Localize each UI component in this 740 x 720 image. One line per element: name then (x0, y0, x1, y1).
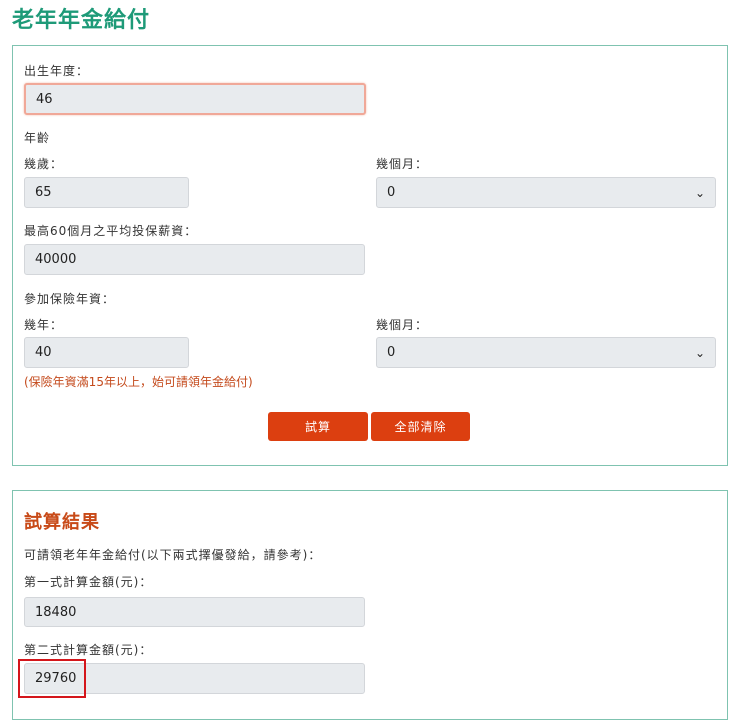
page-title: 老年年金給付 (12, 8, 151, 33)
highlight-box (18, 659, 86, 698)
formula1-label: 第一式計算金額(元)： (24, 575, 153, 589)
birth-year-label: 出生年度： (24, 64, 90, 78)
seniority-months-label: 幾個月： (376, 318, 429, 332)
seniority-years-label: 幾年： (24, 318, 64, 332)
birth-year-input[interactable]: 46 (24, 83, 366, 115)
age-months-label: 幾個月： (376, 157, 429, 171)
salary-label: 最高60個月之平均投保薪資： (24, 224, 198, 238)
formula2-label: 第二式計算金額(元)： (24, 643, 153, 657)
seniority-months-value: 0 (387, 345, 396, 360)
eligibility-note: (保險年資滿15年以上，始可請領年金給付) (24, 375, 253, 389)
formula1-output: 18480 (24, 597, 365, 627)
seniority-months-select[interactable]: 0 ⌄ (376, 337, 716, 368)
seniority-heading: 參加保險年資： (24, 292, 116, 306)
age-years-label: 幾歲： (24, 157, 64, 171)
age-months-value: 0 (387, 185, 396, 200)
age-heading: 年齡 (24, 131, 51, 145)
salary-input[interactable]: 40000 (24, 244, 365, 275)
chevron-down-icon: ⌄ (694, 185, 705, 200)
age-months-select[interactable]: 0 ⌄ (376, 177, 716, 208)
age-years-input[interactable]: 65 (24, 177, 189, 208)
chevron-down-icon: ⌄ (694, 345, 705, 360)
clear-all-button[interactable]: 全部清除 (371, 412, 470, 441)
result-title: 試算結果 (24, 512, 100, 533)
seniority-years-input[interactable]: 40 (24, 337, 189, 368)
calculate-button[interactable]: 試算 (268, 412, 368, 441)
result-description: 可請領老年年金給付(以下兩式擇優發給，請參考)： (24, 548, 322, 562)
